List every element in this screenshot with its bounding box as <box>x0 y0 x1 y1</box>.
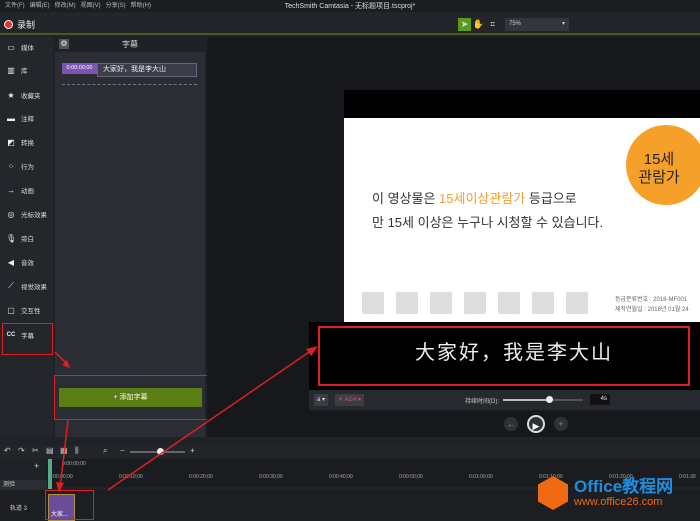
office-logo-icon <box>538 476 568 510</box>
annotation-arrows <box>54 346 318 492</box>
watermark-logo: Office教程网 www.office26.com <box>538 476 673 510</box>
